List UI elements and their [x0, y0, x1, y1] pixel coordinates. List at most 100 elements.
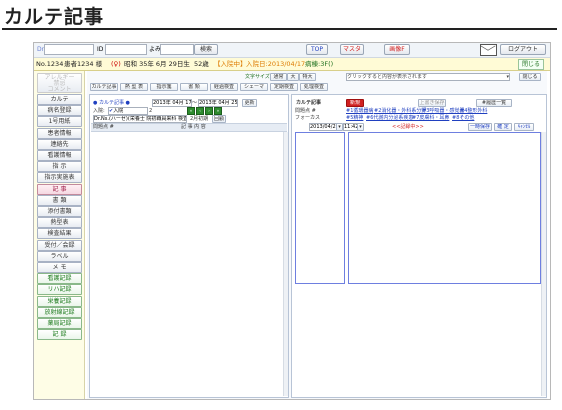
sidebar-item-7[interactable]: 指示実施表 [37, 172, 82, 184]
search-button[interactable]: 検索 [194, 44, 218, 55]
patient-name: 患者1234 様 [64, 60, 103, 68]
problem-link-4[interactable]: #4整形外科 [460, 108, 487, 114]
patient-ward: 病棟:3F() [305, 60, 334, 68]
sidebar-item-16[interactable]: 看護記録 [37, 273, 82, 285]
date-range-label: 2月初期 [190, 116, 209, 122]
close-patient-button[interactable]: 閉じる [518, 59, 544, 70]
next-page-icon[interactable]: › [205, 107, 213, 115]
new-entry-button[interactable]: 新規 [346, 99, 364, 107]
overwrite-save-button[interactable]: 上書き保存 [418, 99, 446, 107]
sidebar-item-8[interactable]: 記 事 [37, 183, 82, 195]
notice-dropdown-text: クリックすると内容が表示されます [347, 74, 428, 80]
date-range-separator: ～ [192, 100, 198, 106]
cancel-button[interactable]: ｷｬﾝｾﾙ [514, 123, 534, 131]
entry-days: 2 [149, 108, 153, 114]
record-time-input[interactable]: 11:42 [343, 123, 358, 131]
notice-dropdown[interactable]: クリックすると内容が表示されます ▾ [346, 73, 510, 81]
allergy-comment-button[interactable]: アレルギー 禁忌 コメント [37, 73, 82, 93]
flag-button[interactable]: 回顧 [212, 115, 226, 123]
list-scrollbar[interactable] [283, 132, 288, 396]
font-size-xlarge[interactable]: 特大 [299, 73, 316, 81]
image-button[interactable]: 画像F [384, 44, 410, 55]
problem-link-8[interactable]: #8その他 [452, 115, 474, 121]
title-underline [2, 28, 557, 30]
update-button[interactable]: 更新 [242, 99, 257, 107]
problem-list-box[interactable] [295, 132, 345, 284]
sidebar-item-3[interactable]: 患者情報 [37, 127, 82, 139]
doctor-field[interactable] [44, 44, 94, 55]
chevron-down-icon: ▾ [506, 74, 509, 80]
tab-3[interactable]: 書 類 [180, 83, 208, 91]
entry-select[interactable]: ✔入院 [108, 107, 148, 115]
patient-number: No.1234 [36, 60, 64, 68]
sidebar-item-4[interactable]: 連絡先 [37, 138, 82, 150]
problem-link-1[interactable]: #1循環器病 [346, 108, 373, 114]
sidebar-item-21[interactable]: 記 録 [37, 329, 82, 341]
sidebar-item-11[interactable]: 熱型表 [37, 217, 82, 229]
confirm-button[interactable]: 確 定 [494, 123, 512, 131]
sidebar-item-18[interactable]: 栄養記録 [37, 295, 82, 307]
col-content: 記 事 内 容 [181, 124, 206, 130]
top-button[interactable]: TOP [306, 44, 328, 55]
karte-editor-panel: カルテ記事 新規 上書き保存 #履歴一覧 問題点 # #1循環器病 #2消化器・… [291, 94, 547, 398]
date-dropdown-icon[interactable]: ▾ [336, 123, 343, 131]
sidebar-item-0[interactable]: カルテ [37, 94, 82, 105]
problem-link-3[interactable]: #3呼吸器・感覚器 [422, 108, 464, 114]
tab-4[interactable]: 経過検査 [210, 83, 238, 91]
record-text-area[interactable] [348, 132, 541, 284]
focus-label: フォーカス [295, 115, 321, 121]
admission-status: 【入院中】 [214, 60, 247, 68]
last-page-icon[interactable]: » [214, 107, 222, 115]
history-list-button[interactable]: #履歴一覧 [476, 99, 512, 107]
tab-5[interactable]: シェーマ [240, 83, 268, 91]
sidebar-item-5[interactable]: 看護情報 [37, 150, 82, 161]
problem-link-7[interactable]: #7皮膚科・耳鼻 [412, 115, 449, 121]
tab-6[interactable]: 定期検査 [270, 83, 298, 91]
sidebar: アレルギー 禁忌 コメント カルテ 病名登録 1号用紙 患者情報 連絡先 看護情報指 示指示実… [34, 71, 85, 399]
id-input[interactable] [105, 44, 147, 55]
id-label: ID [97, 46, 104, 53]
patient-sex: (♀) [111, 60, 121, 68]
font-size-large[interactable]: 大 [287, 73, 299, 81]
temp-save-button[interactable]: 一時保存 [468, 123, 492, 131]
problem-link-6[interactable]: #6代謝内分泌系疾患 [366, 115, 413, 121]
entry-checkbox-label: 入院 [113, 108, 124, 114]
yomi-input[interactable] [160, 44, 194, 55]
sidebar-item-12[interactable]: 検査結果 [37, 228, 82, 240]
sidebar-item-20[interactable]: 薬局記録 [37, 318, 82, 329]
editor-scrollbar[interactable] [541, 132, 546, 396]
problem-link-2[interactable]: #2消化器・外科系分野 [374, 108, 426, 114]
list-header: 問題点 # 記 事 内 容 [91, 123, 287, 132]
sidebar-item-9[interactable]: 書 類 [37, 194, 82, 206]
close-panel-button[interactable]: 閉じる [519, 73, 541, 81]
font-size-normal[interactable]: 通常 [270, 73, 287, 81]
mail-icon[interactable] [480, 44, 497, 56]
master-button[interactable]: マスタ [340, 44, 364, 55]
logout-button[interactable]: ログアウト [500, 44, 546, 55]
sidebar-item-17[interactable]: リハ記録 [37, 284, 82, 296]
problem-link-5[interactable]: #5精神 [346, 115, 363, 121]
sidebar-item-6[interactable]: 指 示 [37, 161, 82, 173]
sidebar-item-1[interactable]: 病名登録 [37, 105, 82, 117]
time-dropdown-icon[interactable]: ▾ [357, 123, 364, 131]
first-page-icon[interactable]: « [187, 107, 195, 115]
main-area: 文字サイズ: 通常 大 特大 クリックすると内容が表示されます ▾ 閉じる カルテ… [87, 71, 547, 399]
sidebar-item-13[interactable]: 受付／会録 [37, 239, 82, 251]
admission-date: 入院日:2013/04/17 [246, 60, 306, 68]
record-date-input[interactable]: 2013/04/25 [309, 123, 337, 131]
date-to-input[interactable]: 2013年 04月 25日 [198, 99, 238, 107]
problem-label: 問題点 # [295, 108, 316, 114]
sidebar-item-15[interactable]: メ モ [37, 262, 82, 273]
tab-1[interactable]: 熱 型 表 [120, 83, 148, 91]
tab-2[interactable]: 指示箋 [150, 83, 178, 91]
staff-filter-select[interactable]: Dr.Ns.(ハーゼ)(栄養士 院初職員来科 検査科 薬剤師 [93, 115, 187, 123]
page-title: カルテ記事 [4, 6, 105, 28]
date-from-input[interactable]: 2013年 04月 17日 [152, 99, 192, 107]
sidebar-item-19[interactable]: 放射線記録 [37, 306, 82, 318]
prev-page-icon[interactable]: ‹ [196, 107, 204, 115]
sidebar-item-14[interactable]: ラベル [37, 250, 82, 262]
tab-7[interactable]: 処理検査 [300, 83, 328, 91]
sidebar-item-2[interactable]: 1号用紙 [37, 116, 82, 128]
sidebar-item-10[interactable]: 添付書類 [37, 206, 82, 217]
tab-0[interactable]: カルテ記事 [90, 83, 118, 91]
